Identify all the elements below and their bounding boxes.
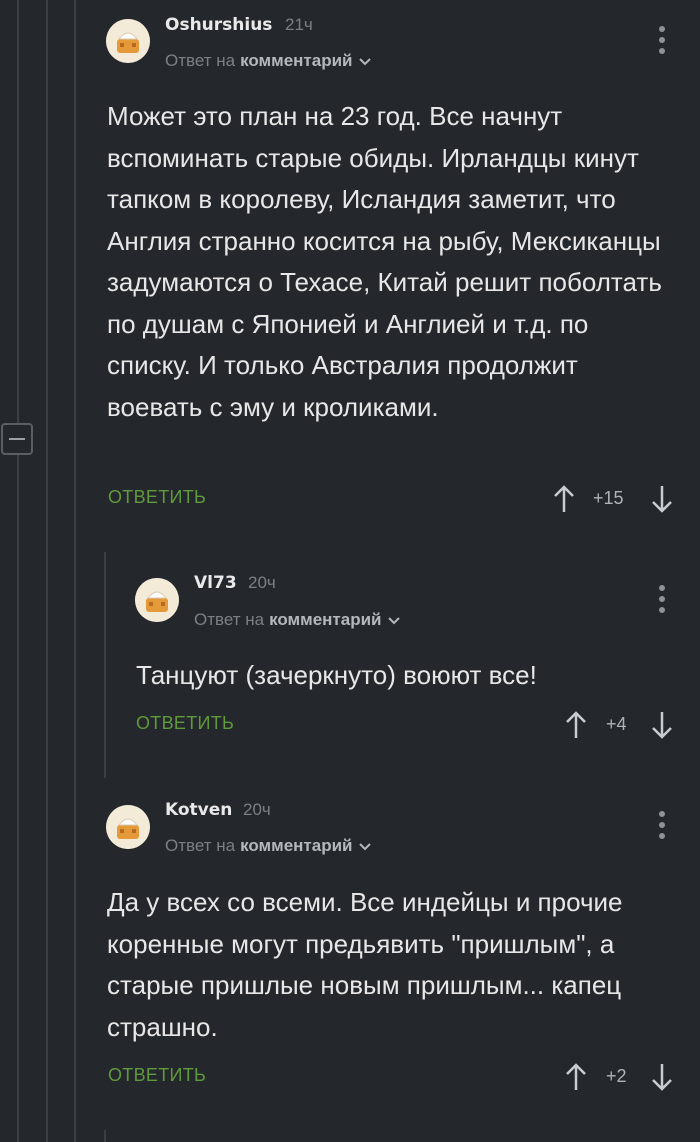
reply-to-link[interactable]: Ответ на комментарий bbox=[194, 610, 402, 630]
reply-to-prefix: Ответ на bbox=[165, 51, 236, 70]
comment-time: 21ч bbox=[285, 15, 313, 34]
nested-thread-line bbox=[104, 552, 106, 778]
reply-button[interactable]: ОТВЕТИТЬ bbox=[108, 487, 206, 508]
arrow-down-icon[interactable] bbox=[650, 710, 674, 740]
comment-text: Может это план на 23 год. Все начнут всп… bbox=[107, 101, 662, 422]
nested-thread-line bbox=[104, 1130, 106, 1142]
thread-line bbox=[74, 0, 76, 1142]
avatar[interactable] bbox=[135, 578, 179, 622]
reply-to-prefix: Ответ на bbox=[165, 836, 236, 855]
more-options-button[interactable] bbox=[658, 811, 666, 839]
reply-button[interactable]: ОТВЕТИТЬ bbox=[108, 1065, 206, 1086]
chevron-down-icon bbox=[359, 58, 372, 66]
arrow-up-icon[interactable] bbox=[552, 484, 576, 514]
thread-line bbox=[17, 455, 19, 1142]
chevron-down-icon bbox=[388, 617, 401, 625]
comment-author[interactable]: Vl73 bbox=[194, 573, 237, 593]
comment-score: +4 bbox=[606, 714, 627, 734]
comment-time: 20ч bbox=[243, 800, 271, 819]
reply-button[interactable]: ОТВЕТИТЬ bbox=[136, 713, 234, 734]
chevron-down-icon bbox=[359, 843, 372, 851]
more-options-button[interactable] bbox=[658, 26, 666, 54]
reply-to-prefix: Ответ на bbox=[194, 610, 265, 629]
comment-text: Да у всех со всеми. Все индейцы и прочие… bbox=[107, 887, 623, 1042]
reply-to-link[interactable]: Ответ на комментарий bbox=[165, 51, 373, 71]
reply-to-target[interactable]: комментарий bbox=[240, 836, 352, 856]
comment-time: 20ч bbox=[248, 573, 276, 592]
reply-to-link[interactable]: Ответ на комментарий bbox=[165, 836, 373, 856]
comment-score: +15 bbox=[593, 488, 624, 508]
minus-icon bbox=[9, 438, 25, 440]
arrow-up-icon[interactable] bbox=[564, 1062, 588, 1092]
reply-to-target[interactable]: комментарий bbox=[240, 51, 352, 71]
comments-thread: Oshurshius 21ч Ответ на комментарий Може… bbox=[0, 0, 700, 1142]
comment-author[interactable]: Oshurshius bbox=[165, 15, 272, 35]
thread-line bbox=[17, 0, 19, 423]
arrow-up-icon[interactable] bbox=[564, 710, 588, 740]
thread-line bbox=[46, 0, 48, 1142]
reply-to-target[interactable]: комментарий bbox=[269, 610, 381, 630]
arrow-down-icon[interactable] bbox=[650, 484, 674, 514]
avatar[interactable] bbox=[106, 19, 150, 63]
more-options-button[interactable] bbox=[658, 585, 666, 613]
avatar[interactable] bbox=[106, 805, 150, 849]
default-avatar-icon bbox=[106, 19, 150, 63]
comment-text: Танцуют (зачеркнуто) воюют все! bbox=[136, 660, 537, 690]
comment-score: +2 bbox=[606, 1066, 627, 1086]
comment-author[interactable]: Kotven bbox=[165, 800, 232, 820]
arrow-down-icon[interactable] bbox=[650, 1062, 674, 1092]
default-avatar-icon bbox=[135, 578, 179, 622]
default-avatar-icon bbox=[106, 805, 150, 849]
collapse-thread-button[interactable] bbox=[1, 423, 33, 455]
